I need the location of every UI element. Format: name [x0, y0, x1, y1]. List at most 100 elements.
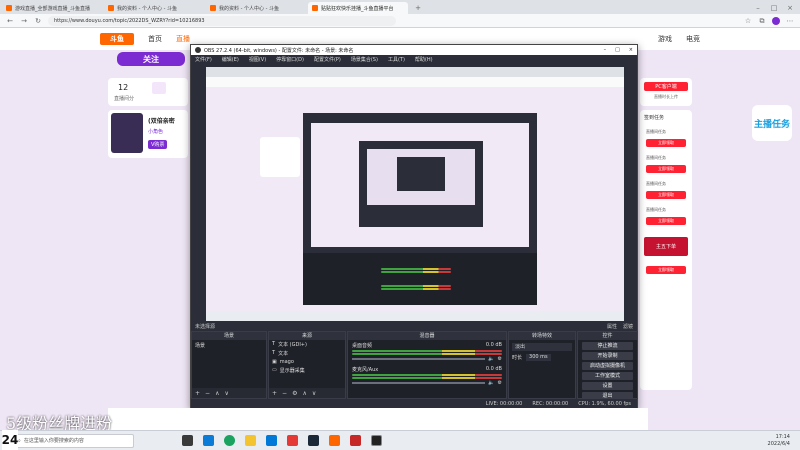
settings-button[interactable]: 设置	[582, 382, 633, 390]
scenes-header: 场景	[192, 332, 266, 340]
nav-home[interactable]: 首页	[148, 34, 162, 44]
obs-menu-bar: 文件(F) 编辑(E) 视图(V) 停靠窗口(D) 配置文件(P) 场景集合(S…	[191, 55, 637, 64]
url-field[interactable]: https://www.douyu.com/topic/2022DS_WZRY?…	[48, 15, 396, 26]
add-icon[interactable]: +	[272, 390, 277, 397]
get-reward-button[interactable]: 立即领取	[646, 191, 686, 199]
duration-input[interactable]: 300 ms	[526, 354, 551, 361]
cpu-indicator: CPU: 1.9%, 60.00 fps	[578, 400, 631, 407]
filters-button[interactable]: 滤镜	[623, 323, 633, 330]
browser-tab-1[interactable]: 游戏直播_全部游戏直播_斗鱼直播	[2, 2, 102, 14]
get-reward-button[interactable]: 立即领取	[646, 165, 686, 173]
promo-banner[interactable]: 主五下单	[644, 237, 688, 256]
new-tab-icon[interactable]: +	[414, 4, 422, 12]
store-icon[interactable]	[266, 435, 277, 446]
scene-item[interactable]: 场景	[192, 340, 266, 351]
transition-select[interactable]: 淡出	[512, 343, 572, 351]
gift-icon[interactable]	[152, 82, 166, 94]
taskbar-search[interactable]: ⌕ 在这里输入你要搜索的内容	[14, 433, 134, 448]
task-row: 直播间任务	[646, 155, 666, 160]
captured-obs-window	[303, 113, 537, 305]
system-clock[interactable]: 17:14 2022/6/4	[768, 434, 790, 448]
stats-card: 12 直播间分	[108, 78, 188, 106]
douyu-logo[interactable]: 斗鱼	[100, 33, 134, 45]
obs-preview-canvas[interactable]	[206, 67, 624, 321]
channel-level: 0.0 dB	[485, 342, 502, 348]
down-icon[interactable]: ∨	[312, 390, 316, 397]
remove-icon[interactable]: −	[205, 390, 210, 397]
extensions-icon[interactable]: ⧉	[758, 17, 766, 25]
get-reward-button[interactable]: 立即领取	[646, 139, 686, 147]
maximize-icon[interactable]: □	[770, 4, 778, 12]
get-reward-button[interactable]: 立即领取	[646, 266, 686, 274]
gear-icon[interactable]: ⚙	[498, 380, 502, 386]
volume-slider[interactable]	[352, 358, 486, 360]
start-recording-button[interactable]: 开始录制	[582, 352, 633, 360]
app-icon[interactable]	[350, 435, 361, 446]
profile-avatar[interactable]	[772, 16, 780, 25]
source-item[interactable]: T 文本 (GDI+)	[269, 340, 345, 349]
source-item[interactable]: ▣ mago	[269, 358, 345, 366]
forward-icon[interactable]: →	[20, 17, 28, 25]
pc-client-button[interactable]: PC客户端	[644, 82, 688, 91]
nav-live[interactable]: 直播	[176, 34, 190, 44]
menu-help[interactable]: 帮助(H)	[415, 56, 433, 63]
menu-edit[interactable]: 编辑(E)	[222, 56, 239, 63]
menu-docks[interactable]: 停靠窗口(D)	[276, 56, 304, 63]
steam-icon[interactable]	[308, 435, 319, 446]
browser-tab-2[interactable]: 我的资料 - 个人中心 - 斗鱼	[104, 2, 204, 14]
stop-streaming-button[interactable]: 停止推流	[582, 342, 633, 350]
follow-button[interactable]: 关注	[117, 52, 185, 66]
menu-profile[interactable]: 配置文件(P)	[314, 56, 341, 63]
controls-header: 控件	[578, 332, 637, 340]
task-badge[interactable]: 主播任务	[752, 105, 792, 141]
menu-view[interactable]: 视图(V)	[249, 56, 266, 63]
obs-close-icon[interactable]: ×	[629, 47, 633, 53]
streamer-card[interactable]: (双倍亲密 小角色 V购票	[108, 110, 188, 158]
volume-slider[interactable]	[352, 382, 486, 384]
captured-tabbar	[206, 67, 624, 77]
up-icon[interactable]: ∧	[302, 390, 306, 397]
down-icon[interactable]: ∨	[224, 390, 228, 397]
browser-tab-4[interactable]: 贴贴狂欢快乐挂播_斗鱼直播平台	[308, 2, 408, 14]
remove-icon[interactable]: −	[282, 390, 287, 397]
speaker-icon[interactable]: 🔈	[488, 356, 494, 362]
edge-icon[interactable]	[203, 435, 214, 446]
douyu-app-icon[interactable]	[329, 435, 340, 446]
chrome-icon[interactable]	[224, 435, 235, 446]
source-item[interactable]: T 文本	[269, 349, 345, 358]
obs-minimize-icon[interactable]: –	[604, 47, 607, 53]
gear-icon[interactable]: ⚙	[498, 356, 502, 362]
up-icon[interactable]: ∧	[215, 390, 219, 397]
search-icon: ⌕	[18, 437, 21, 444]
virtual-camera-button[interactable]: 启动虚拟摄像机	[582, 362, 633, 370]
studio-mode-button[interactable]: 工作室模式	[582, 372, 633, 380]
speaker-icon[interactable]: 🔈	[488, 380, 494, 386]
menu-file[interactable]: 文件(F)	[195, 56, 212, 63]
obs-taskbar-icon[interactable]	[371, 435, 382, 446]
nav-games[interactable]: 游戏	[658, 34, 672, 44]
more-icon[interactable]: ⋯	[786, 17, 794, 25]
mail-icon[interactable]	[287, 435, 298, 446]
vip-badge[interactable]: V购票	[148, 140, 168, 149]
task-view-icon[interactable]	[182, 435, 193, 446]
browser-tab-3[interactable]: 我的资料 - 个人中心 - 斗鱼	[206, 2, 306, 14]
gear-icon[interactable]: ⚙	[292, 390, 297, 397]
properties-button[interactable]: 属性	[607, 323, 617, 330]
get-reward-button[interactable]: 立即领取	[646, 217, 686, 225]
refresh-icon[interactable]: ↻	[34, 17, 42, 25]
minimize-icon[interactable]: –	[754, 4, 762, 12]
file-explorer-icon[interactable]	[245, 435, 256, 446]
tab-label: 游戏直播_全部游戏直播_斗鱼直播	[15, 5, 91, 12]
back-icon[interactable]: ←	[6, 17, 14, 25]
pc-client-card[interactable]: PC客户端 直播时长上传	[640, 78, 692, 106]
obs-maximize-icon[interactable]: □	[615, 47, 620, 53]
obs-status-bar: LIVE: 00:00:00 REC: 00:00:00 CPU: 1.9%, …	[191, 399, 637, 408]
menu-tools[interactable]: 工具(T)	[388, 56, 405, 63]
nav-esports[interactable]: 电竞	[686, 34, 700, 44]
menu-scene-collection[interactable]: 场景集合(S)	[351, 56, 378, 63]
close-icon[interactable]: ×	[786, 4, 794, 12]
star-icon[interactable]: ☆	[744, 17, 752, 25]
source-item[interactable]: ▭ 显示器采集	[269, 366, 345, 375]
add-icon[interactable]: +	[195, 390, 200, 397]
streamer-name: (双倍亲密	[148, 118, 175, 125]
